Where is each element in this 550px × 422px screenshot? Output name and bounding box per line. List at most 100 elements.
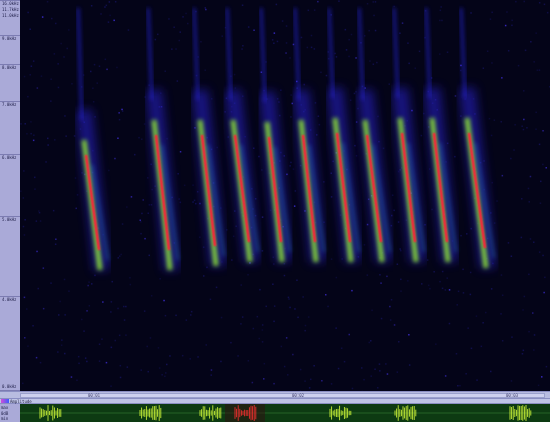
noise-speck <box>220 207 222 209</box>
noise-speck <box>221 35 223 37</box>
noise-speck <box>396 263 399 265</box>
noise-speck <box>310 34 313 37</box>
noise-speck <box>292 168 295 170</box>
noise-speck <box>110 385 112 387</box>
noise-speck <box>517 64 520 67</box>
horizontal-scrollbar[interactable]: 00:01 00:02 00:03 <box>0 391 550 399</box>
noise-speck <box>290 116 292 118</box>
noise-speck <box>529 175 532 178</box>
noise-speck <box>426 259 429 261</box>
noise-speck <box>205 344 207 346</box>
noise-speck <box>348 333 350 336</box>
noise-speck <box>210 374 212 376</box>
noise-speck <box>118 255 121 257</box>
noise-speck <box>521 198 523 200</box>
noise-speck <box>64 352 66 355</box>
tick-label: 8.0kHz <box>2 65 17 70</box>
noise-speck <box>304 324 307 327</box>
noise-speck <box>143 310 146 312</box>
noise-speck <box>490 288 493 290</box>
noise-speck <box>105 361 108 364</box>
noise-speck <box>286 173 288 176</box>
noise-speck <box>179 151 182 153</box>
tick-label: 16.0kHz <box>2 1 19 6</box>
noise-speck <box>23 75 26 78</box>
noise-speck <box>275 3 278 6</box>
noise-speck <box>249 262 251 264</box>
call-sweep <box>192 7 226 267</box>
noise-speck <box>290 94 292 96</box>
noise-speck <box>537 384 540 387</box>
noise-speck <box>88 305 91 307</box>
noise-speck <box>251 381 254 384</box>
noise-speck <box>533 334 536 336</box>
noise-speck <box>178 198 180 200</box>
noise-speck <box>144 237 146 240</box>
noise-speck <box>256 315 259 318</box>
noise-speck <box>258 155 260 158</box>
noise-speck <box>396 371 399 373</box>
noise-speck <box>254 214 257 217</box>
spectrogram-view[interactable] <box>20 0 550 391</box>
noise-speck <box>117 307 119 310</box>
noise-speck <box>513 149 515 151</box>
noise-speck <box>407 42 409 44</box>
noise-speck <box>42 307 45 310</box>
amplitude-waveform[interactable] <box>20 404 550 422</box>
noise-speck <box>189 358 191 360</box>
noise-speck <box>528 201 530 203</box>
noise-speck <box>204 7 206 9</box>
noise-speck <box>366 223 369 226</box>
noise-speck <box>366 274 369 276</box>
noise-speck <box>446 277 448 279</box>
noise-speck <box>147 177 149 179</box>
noise-speck <box>460 69 462 72</box>
noise-speck <box>440 6 442 8</box>
noise-speck <box>493 222 496 224</box>
noise-speck <box>159 278 161 280</box>
noise-speck <box>343 360 346 363</box>
noise-speck <box>439 9 442 12</box>
noise-speck <box>123 305 125 308</box>
noise-speck <box>290 161 292 164</box>
noise-speck <box>283 365 286 368</box>
noise-speck <box>143 123 146 125</box>
time-label: 00:03 <box>506 393 519 398</box>
harmonic-streak <box>392 7 400 99</box>
noise-speck <box>289 57 291 59</box>
spectrogram-canvas[interactable] <box>20 0 550 391</box>
noise-speck <box>535 32 537 34</box>
noise-speck <box>351 289 353 292</box>
noise-speck <box>237 355 239 357</box>
noise-speck <box>83 330 85 332</box>
noise-speck <box>521 125 523 127</box>
noise-speck <box>34 176 36 179</box>
noise-speck <box>385 363 387 365</box>
noise-speck <box>165 372 167 374</box>
noise-speck <box>247 274 249 276</box>
noise-speck <box>220 360 222 363</box>
noise-speck <box>489 18 492 20</box>
noise-speck <box>348 38 350 41</box>
noise-speck <box>81 318 83 321</box>
noise-speck <box>273 320 275 323</box>
noise-speck <box>196 191 199 193</box>
noise-speck <box>200 41 202 43</box>
noise-speck <box>421 283 423 285</box>
noise-speck <box>263 378 265 380</box>
noise-speck <box>304 380 306 382</box>
call-sweep <box>76 7 110 271</box>
noise-speck <box>515 0 517 3</box>
noise-speck <box>544 276 546 279</box>
noise-speck <box>183 184 186 187</box>
noise-speck <box>435 343 437 345</box>
noise-speck <box>140 221 142 223</box>
noise-speck <box>285 25 288 27</box>
noise-speck <box>68 29 70 31</box>
noise-speck <box>259 288 261 291</box>
noise-speck <box>448 289 451 291</box>
noise-speck <box>100 13 102 15</box>
noise-speck <box>33 134 35 136</box>
noise-speck <box>77 355 80 358</box>
noise-speck <box>393 209 395 212</box>
